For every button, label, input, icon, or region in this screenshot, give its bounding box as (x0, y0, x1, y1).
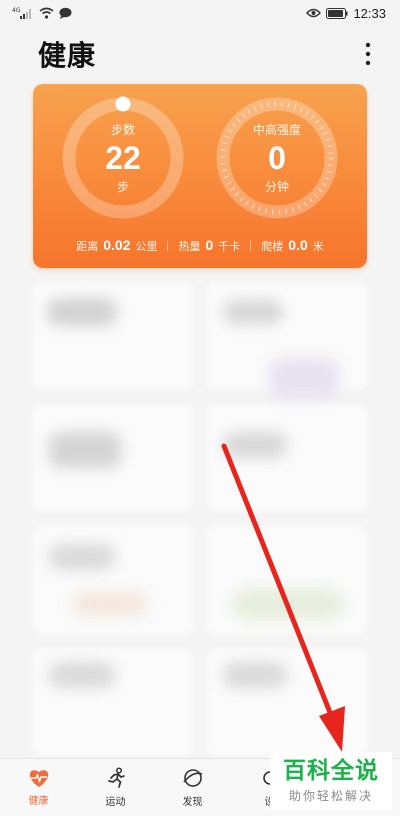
nav-label-health: 健康 (28, 796, 49, 807)
status-right: 12:33 (306, 6, 386, 21)
intensity-text: 中高强度 0 分钟 (213, 94, 341, 222)
heart-pulse-icon (29, 770, 48, 787)
floors-unit: 米 (312, 240, 324, 253)
planet-icon (182, 769, 202, 787)
intensity-label: 中高强度 (252, 123, 301, 137)
calories-unit: 千卡 (218, 240, 241, 253)
page-header: 健康 (0, 26, 400, 82)
blurred-graphic (269, 358, 339, 398)
blurred-cards-area (33, 282, 367, 756)
watermark-title: 百科全说 (283, 758, 379, 784)
blurred-graphic (233, 588, 343, 620)
calories-stat: 热量 0 千卡 (178, 237, 240, 254)
blurred-graphic (73, 592, 147, 616)
distance-value: 0.02 (103, 237, 131, 253)
blurred-card (207, 404, 367, 512)
distance-unit: 公里 (135, 240, 158, 253)
steps-value: 22 (105, 140, 141, 176)
steps-text: 步数 22 步 (59, 94, 187, 222)
wifi-icon (39, 7, 54, 19)
status-left: 4G (12, 6, 72, 20)
floors-label: 爬楼 (261, 240, 284, 253)
blurred-text (49, 432, 121, 468)
nav-item-exercise[interactable]: 运动 (77, 759, 154, 816)
blurred-text (49, 662, 115, 688)
blurred-text (49, 544, 115, 570)
network-type: 4G (12, 7, 21, 14)
intensity-ring: 中高强度 0 分钟 (213, 94, 341, 222)
blurred-card (33, 526, 193, 634)
running-icon (107, 767, 125, 788)
floors-stat: 爬楼 0.0 米 (261, 237, 323, 254)
battery-icon (326, 7, 349, 19)
steps-unit: 步 (116, 180, 129, 194)
floors-value: 0.0 (288, 237, 308, 253)
nav-item-health[interactable]: 健康 (0, 759, 77, 816)
status-bar: 4G 12:33 (0, 0, 400, 26)
watermark-subtitle: 助你轻松解决 (288, 789, 373, 803)
nav-item-discover[interactable]: 发现 (154, 759, 231, 816)
intensity-unit: 分钟 (264, 180, 289, 194)
distance-stat: 距离 0.02 公里 (76, 237, 157, 254)
nav-label-discover: 发现 (182, 797, 203, 808)
summary-stats-row: 距离 0.02 公里 热量 0 千卡 爬楼 0.0 米 (33, 237, 367, 254)
blurred-text (223, 432, 287, 458)
stat-divider (167, 240, 169, 251)
more-options-button[interactable] (356, 37, 380, 71)
distance-label: 距离 (76, 240, 99, 253)
blurred-text (47, 298, 117, 326)
message-icon (59, 7, 72, 19)
nav-label-exercise: 运动 (105, 797, 126, 808)
steps-label: 步数 (110, 123, 135, 137)
blurred-text (223, 662, 287, 688)
status-time: 12:33 (353, 5, 386, 21)
calories-label: 热量 (178, 240, 201, 253)
cellular-signal-icon: 4G (12, 7, 31, 19)
more-vertical-icon (365, 42, 371, 66)
calories-value: 0 (205, 237, 214, 253)
blurred-text (223, 300, 283, 324)
activity-summary-card[interactable]: 步数 22 步 中高强度 0 分钟 距离 0.02 公里 热量 0 千卡 爬楼 … (33, 84, 367, 268)
stat-divider (250, 240, 252, 251)
page-title: 健康 (38, 39, 97, 72)
steps-ring: 步数 22 步 (59, 94, 187, 222)
eye-comfort-icon (306, 8, 322, 18)
intensity-value: 0 (268, 140, 286, 176)
watermark-logo: 百科全说 助你轻松解决 (270, 752, 392, 810)
